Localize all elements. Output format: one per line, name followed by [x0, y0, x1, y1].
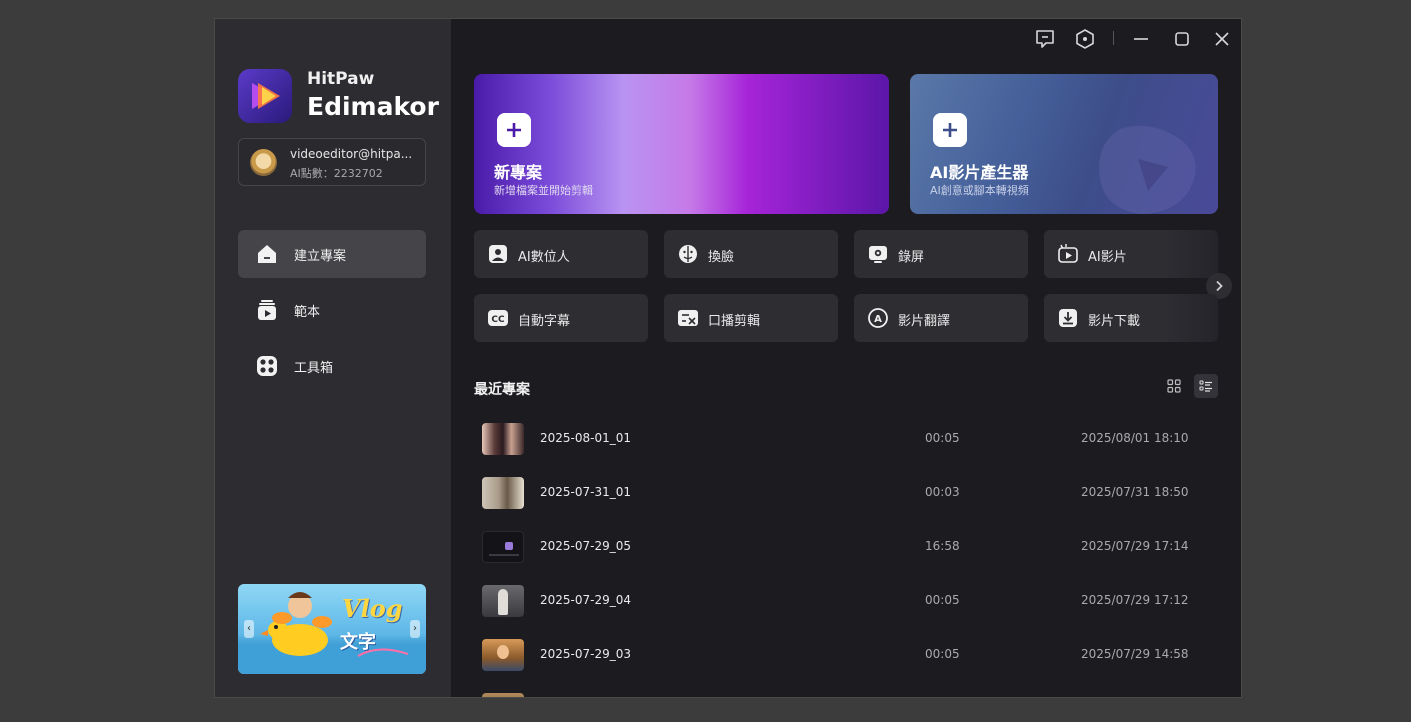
project-name: 2025-07-29_04 — [540, 593, 632, 607]
project-row[interactable]: 2025-07-31_01 00:03 2025/07/31 18:50 — [474, 472, 1218, 526]
tool-video-download[interactable]: 影片下載 — [1044, 294, 1218, 342]
project-name: 2025-08-01_01 — [540, 431, 632, 445]
grid-view-icon[interactable] — [1162, 374, 1186, 398]
minimize-icon[interactable] — [1129, 27, 1153, 51]
app-window: HitPaw Edimakor videoeditor@hitpa... AI點… — [214, 18, 1242, 698]
ai-points: AI點數：2232702 — [290, 167, 383, 180]
ai-video-title: AI影片產生器 — [930, 163, 1029, 182]
project-thumbnail — [482, 639, 524, 671]
project-duration: 00:05 — [925, 647, 960, 661]
banner-text-caption: 文字 — [340, 632, 376, 653]
svg-text:CC: CC — [491, 315, 505, 325]
tool-label: 錄屏 — [898, 250, 925, 265]
tool-label: AI影片 — [1088, 250, 1127, 265]
ai-video-subtitle: AI創意或腳本轉視頻 — [930, 184, 1029, 197]
project-row[interactable]: 2025-07-29_05 16:58 2025/07/29 17:14 — [474, 526, 1218, 580]
template-icon — [258, 300, 276, 320]
project-row[interactable]: 2025-07-29_03 00:05 2025/07/29 14:58 — [474, 634, 1218, 688]
svg-text:A: A — [874, 314, 882, 325]
project-date: 2025/08/01 18:10 — [1081, 431, 1189, 445]
sidebar-item-toolbox[interactable]: 工具箱 — [238, 342, 426, 390]
project-thumbnail — [482, 477, 524, 509]
plus-icon — [933, 113, 967, 147]
new-project-card[interactable]: 新專案 新增檔案並開始剪輯 — [474, 74, 889, 214]
subtitle-cc-icon: CC — [488, 310, 508, 326]
play-decoration-icon — [1099, 125, 1196, 214]
project-thumbnail — [482, 531, 524, 563]
sidebar-item-templates[interactable]: 範本 — [238, 286, 426, 334]
ai-video-generator-card[interactable]: AI影片產生器 AI創意或腳本轉視頻 — [910, 74, 1218, 214]
project-duration: 00:05 — [925, 431, 960, 445]
project-thumbnail — [482, 585, 524, 617]
sidebar-item-label: 建立專案 — [294, 249, 347, 264]
toolbox-icon — [257, 356, 277, 376]
download-icon — [1059, 309, 1077, 327]
project-row[interactable]: 2025-08-01_01 00:05 2025/08/01 18:10 — [474, 418, 1218, 472]
account-name: videoeditor@hitpa... — [290, 147, 413, 161]
sidebar-item-create-project[interactable]: 建立專案 — [238, 230, 426, 278]
tool-label: 換臉 — [708, 250, 735, 265]
recent-projects-title: 最近專案 — [474, 382, 530, 398]
project-duration: 00:03 — [925, 485, 960, 499]
project-name: 2025-07-31_01 — [540, 485, 632, 499]
maximize-icon[interactable] — [1170, 27, 1194, 51]
list-view-icon — [1199, 380, 1212, 392]
tool-ai-avatar[interactable]: AI數位人 — [474, 230, 648, 278]
tool-screen-record[interactable]: 錄屏 — [854, 230, 1028, 278]
banner-vlog-text: Vlog — [342, 594, 403, 623]
home-icon — [258, 245, 276, 263]
tool-label: 影片下載 — [1088, 314, 1141, 329]
close-icon[interactable] — [1210, 27, 1234, 51]
new-project-subtitle: 新增檔案並開始剪輯 — [494, 184, 593, 197]
speech-cut-icon — [678, 310, 698, 326]
screen-record-icon — [869, 246, 887, 263]
face-swap-icon — [679, 245, 697, 263]
avatar — [250, 149, 277, 176]
tool-label: 口播剪輯 — [708, 314, 761, 329]
brand-edimakor: Edimakor — [307, 92, 439, 121]
project-name: 2025-07-29_03 — [540, 647, 632, 661]
project-duration: 16:58 — [925, 539, 960, 553]
promo-banner[interactable]: Vlog 文字 ‹ › — [238, 584, 426, 674]
ai-video-icon — [1058, 244, 1078, 263]
avatar-icon — [489, 245, 507, 263]
new-project-title: 新專案 — [494, 163, 543, 182]
tool-ai-video[interactable]: AI影片 — [1044, 230, 1218, 278]
sidebar-item-label: 範本 — [294, 305, 321, 320]
titlebar-divider — [1113, 31, 1114, 45]
project-thumbnail — [482, 693, 524, 697]
project-date: 2025/07/31 18:50 — [1081, 485, 1189, 499]
project-date: 2025/07/29 14:58 — [1081, 647, 1189, 661]
project-thumbnail — [482, 423, 524, 455]
banner-next-icon[interactable]: › — [410, 620, 420, 638]
tool-label: 影片翻譯 — [898, 314, 951, 329]
tool-face-swap[interactable]: 換臉 — [664, 230, 838, 278]
tool-video-translate[interactable]: A 影片翻譯 — [854, 294, 1028, 342]
tool-label: AI數位人 — [518, 250, 570, 265]
list-view-button[interactable] — [1194, 374, 1218, 398]
translate-icon: A — [868, 308, 888, 328]
project-date: 2025/07/29 17:14 — [1081, 539, 1189, 553]
sidebar-item-label: 工具箱 — [294, 361, 334, 376]
settings-icon[interactable] — [1073, 27, 1097, 51]
banner-prev-icon[interactable]: ‹ — [244, 620, 254, 638]
account-card[interactable]: videoeditor@hitpa... AI點數：2232702 — [238, 138, 426, 186]
sidebar: HitPaw Edimakor videoeditor@hitpa... AI點… — [215, 19, 451, 697]
tool-auto-subtitle[interactable]: CC 自動字幕 — [474, 294, 648, 342]
project-row-partial[interactable] — [474, 688, 1218, 697]
tool-speech-cut[interactable]: 口播剪輯 — [664, 294, 838, 342]
plus-icon — [497, 113, 531, 147]
brand-hitpaw: HitPaw — [307, 69, 375, 89]
app-logo — [238, 69, 292, 123]
project-date: 2025/07/29 17:12 — [1081, 593, 1189, 607]
tool-label: 自動字幕 — [518, 314, 571, 329]
feedback-icon[interactable] — [1033, 27, 1057, 51]
project-duration: 00:05 — [925, 593, 960, 607]
project-row[interactable]: 2025-07-29_04 00:05 2025/07/29 17:12 — [474, 580, 1218, 634]
project-name: 2025-07-29_05 — [540, 539, 632, 553]
